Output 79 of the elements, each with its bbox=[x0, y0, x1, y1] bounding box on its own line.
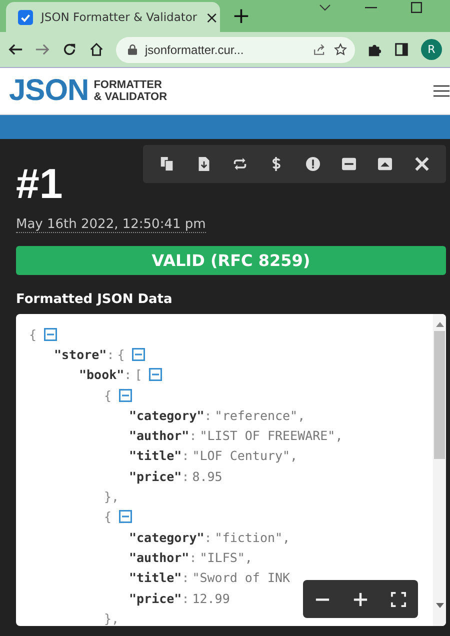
code-value: "LOF Century", bbox=[192, 448, 298, 464]
scroll-up-icon[interactable] bbox=[436, 322, 444, 327]
code-value: "reference", bbox=[214, 408, 306, 423]
logo-subtitle: & VALIDATOR bbox=[94, 91, 168, 103]
plus-icon[interactable] bbox=[352, 592, 368, 606]
close-tab-button[interactable]: × bbox=[205, 8, 219, 26]
code-text: : bbox=[106, 346, 114, 362]
code-value: "fiction", bbox=[214, 530, 290, 545]
code-key: "category" bbox=[129, 408, 204, 423]
result-number: #1 bbox=[16, 161, 63, 207]
checkbox-icon bbox=[18, 10, 33, 24]
code-text: : bbox=[204, 530, 212, 545]
browser-tab[interactable]: JSON Formatter & Validator × bbox=[6, 2, 220, 32]
code-value: 8.95 bbox=[192, 468, 222, 484]
code-text: { bbox=[104, 388, 112, 403]
code-text: { bbox=[104, 509, 112, 524]
download-icon[interactable] bbox=[196, 157, 211, 171]
copy-icon[interactable] bbox=[160, 157, 174, 171]
code-key: "title" bbox=[129, 570, 182, 586]
code-text: : bbox=[182, 570, 190, 586]
code-text: : bbox=[189, 550, 197, 565]
minimize-icon[interactable] bbox=[365, 6, 377, 8]
address-bar[interactable]: jsonformatter.cur... bbox=[116, 36, 355, 62]
collapse-toggle-icon[interactable] bbox=[149, 368, 162, 382]
chevron-down-icon[interactable] bbox=[319, 4, 331, 12]
back-icon[interactable] bbox=[8, 42, 23, 57]
code-text: : bbox=[204, 408, 212, 423]
logo-text[interactable]: JSON bbox=[9, 74, 89, 108]
sidebar-icon[interactable] bbox=[394, 42, 409, 57]
collapse-toggle-icon[interactable] bbox=[118, 388, 132, 402]
scroll-down-icon[interactable] bbox=[436, 603, 444, 608]
forward-icon[interactable] bbox=[35, 42, 50, 57]
home-icon[interactable] bbox=[89, 42, 104, 57]
reload-icon[interactable] bbox=[62, 42, 77, 57]
puzzle-icon[interactable] bbox=[367, 42, 382, 57]
code-value: "Sword of INK bbox=[192, 570, 290, 586]
menu-icon[interactable] bbox=[433, 85, 450, 97]
code-value: 12.99 bbox=[192, 590, 230, 606]
code-value: "ILFS", bbox=[200, 550, 252, 565]
code-key: "author" bbox=[129, 428, 190, 444]
code-key: "store" bbox=[54, 346, 107, 362]
code-text: { bbox=[29, 326, 37, 342]
code-text: : bbox=[182, 468, 190, 484]
code-key: "price" bbox=[129, 468, 182, 484]
repeat-icon[interactable] bbox=[232, 157, 247, 171]
code-key: "title" bbox=[129, 448, 182, 464]
timestamp: May 16th 2022, 12:50:41 pm bbox=[16, 217, 206, 233]
scrollbar[interactable] bbox=[433, 314, 446, 626]
alert-icon[interactable] bbox=[306, 157, 320, 171]
code-text: : bbox=[124, 367, 132, 382]
maximize-icon[interactable] bbox=[411, 2, 422, 13]
code-text: }, bbox=[104, 610, 120, 626]
tab-title: JSON Formatter & Validator bbox=[41, 10, 198, 24]
collapse-icon[interactable] bbox=[342, 157, 356, 171]
lock-icon bbox=[128, 44, 137, 55]
section-heading: Formatted JSON Data bbox=[16, 292, 174, 307]
code-text: [ bbox=[134, 367, 142, 382]
collapse-toggle-icon[interactable] bbox=[118, 510, 132, 524]
code-text: : bbox=[182, 590, 190, 606]
new-tab-button[interactable]: + bbox=[232, 5, 250, 29]
collapse-toggle-icon[interactable] bbox=[44, 328, 57, 341]
share-icon[interactable] bbox=[313, 43, 326, 56]
profile-avatar[interactable]: R bbox=[421, 39, 442, 60]
close-icon[interactable] bbox=[414, 157, 429, 171]
star-icon[interactable] bbox=[334, 43, 347, 56]
code-value: "LIST OF FREEWARE", bbox=[200, 428, 343, 444]
code-text: : bbox=[189, 428, 197, 444]
code-text: { bbox=[117, 346, 125, 362]
caret-up-icon[interactable] bbox=[378, 157, 392, 171]
code-key: "book" bbox=[79, 367, 124, 382]
code-key: "price" bbox=[129, 590, 182, 606]
code-key: "category" bbox=[129, 530, 204, 545]
fullscreen-icon[interactable] bbox=[391, 592, 406, 606]
code-text: : bbox=[182, 448, 190, 464]
code-key: "author" bbox=[129, 550, 190, 565]
status-bar: VALID (RFC 8259) bbox=[16, 246, 446, 275]
logo-subtitle: FORMATTER bbox=[94, 79, 163, 91]
collapse-toggle-icon[interactable] bbox=[132, 348, 145, 361]
code-text: }, bbox=[104, 489, 120, 504]
